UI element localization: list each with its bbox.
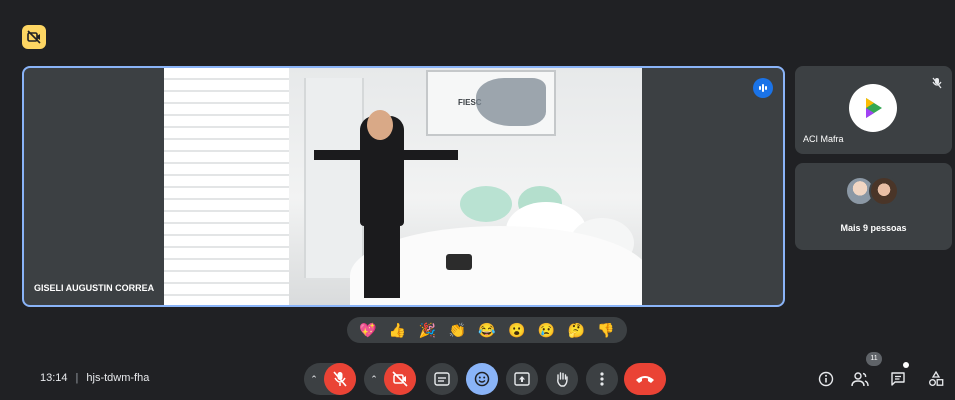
more-participants-tile[interactable]: Mais 9 pessoas [795, 163, 952, 250]
emoji-icon [474, 371, 490, 387]
participant-name: GISELI AUGUSTIN CORREA [34, 283, 155, 293]
call-controls: ⌃ ⌃ [0, 363, 955, 395]
camera-off-icon [392, 371, 408, 387]
reaction-laugh[interactable]: 😂 [478, 323, 495, 337]
avatar [869, 176, 899, 206]
activities-button[interactable] [926, 369, 946, 389]
present-screen-button[interactable] [506, 363, 538, 395]
raise-hand-button[interactable] [546, 363, 578, 395]
reaction-thumbs-up[interactable]: 👍 [389, 323, 406, 337]
leave-call-button[interactable] [624, 363, 666, 395]
more-vert-icon [600, 372, 604, 386]
camera-off-badge [22, 25, 46, 49]
aci-mafra-logo [849, 84, 897, 132]
participants-count-badge: 11 [866, 352, 882, 366]
hand-icon [557, 372, 568, 387]
info-icon [818, 371, 834, 387]
participant-tile-aci-mafra[interactable]: ACI Mafra [795, 66, 952, 154]
phone-hangup-icon [636, 376, 654, 383]
meeting-details-button[interactable] [816, 369, 836, 389]
reactions-button[interactable] [466, 363, 498, 395]
present-screen-icon [514, 372, 530, 386]
reaction-sad[interactable]: 😢 [538, 323, 555, 337]
window-blind [164, 68, 289, 305]
person-arm [400, 150, 458, 160]
activities-icon [929, 371, 944, 386]
mic-options-chevron-icon[interactable]: ⌃ [309, 374, 319, 384]
camera-options-chevron-icon[interactable]: ⌃ [369, 374, 379, 384]
person-legs [364, 218, 400, 298]
mic-off-icon [932, 76, 942, 94]
reaction-party[interactable]: 🎉 [419, 323, 436, 337]
camera-off-icon [27, 30, 41, 44]
people-icon [851, 372, 869, 387]
more-people-label: Mais 9 pessoas [840, 223, 907, 233]
mic-toggle-button[interactable] [324, 363, 356, 395]
reaction-thinking[interactable]: 🤔 [568, 323, 585, 337]
chat-notification-dot [903, 362, 909, 368]
person-head [367, 110, 393, 140]
reaction-surprised[interactable]: 😮 [508, 323, 525, 337]
mic-off-icon [333, 371, 347, 387]
wall-map: FIESC [426, 70, 556, 136]
chat-button[interactable] [888, 369, 908, 389]
audio-wave-icon [759, 84, 767, 92]
captions-icon [434, 372, 450, 386]
chair [460, 186, 512, 222]
chat-icon [891, 372, 905, 386]
camera-toggle-button[interactable] [384, 363, 416, 395]
speaking-indicator [753, 78, 773, 98]
speaker-device [446, 254, 472, 270]
reactions-bar: 💖 👍 🎉 👏 😂 😮 😢 🤔 👎 [347, 317, 627, 343]
reaction-clap[interactable]: 👏 [448, 323, 465, 337]
door [304, 78, 364, 278]
reaction-thumbs-down[interactable]: 👎 [597, 323, 614, 337]
map-land [476, 78, 546, 126]
reaction-heart[interactable]: 💖 [359, 323, 376, 337]
people-button[interactable] [850, 369, 870, 389]
logo-play-icon [866, 98, 882, 118]
main-video-tile[interactable]: FIESC GISELI AUGUSTIN CORREA [22, 66, 785, 307]
person-arm [314, 150, 366, 160]
captions-button[interactable] [426, 363, 458, 395]
participant-name: ACI Mafra [803, 134, 844, 144]
participant-video: FIESC [164, 68, 642, 305]
avatar-group [845, 176, 899, 206]
more-options-button[interactable] [586, 363, 618, 395]
